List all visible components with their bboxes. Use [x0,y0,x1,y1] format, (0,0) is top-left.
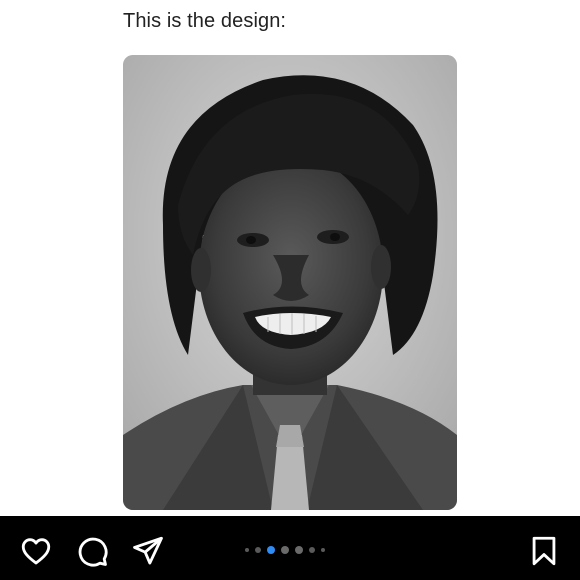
carousel-dot[interactable] [245,548,249,552]
carousel-dot-active[interactable] [267,546,275,554]
save-button[interactable] [526,533,562,569]
bookmark-icon [532,536,556,566]
carousel-dot[interactable] [255,547,261,553]
carousel-dot[interactable] [321,548,325,552]
carousel-dot[interactable] [295,546,303,554]
post-action-bar [0,516,580,580]
carousel-dot[interactable] [309,547,315,553]
portrait-photo [123,55,457,510]
share-button[interactable] [130,533,166,569]
comment-icon [78,537,108,567]
post-image[interactable] [123,55,457,510]
carousel-indicator [245,545,325,555]
post-caption: This is the design: [123,10,287,32]
comment-button[interactable] [74,533,110,569]
like-button[interactable] [18,533,54,569]
send-icon [133,536,163,565]
heart-icon [21,538,51,565]
carousel-dot[interactable] [281,546,289,554]
